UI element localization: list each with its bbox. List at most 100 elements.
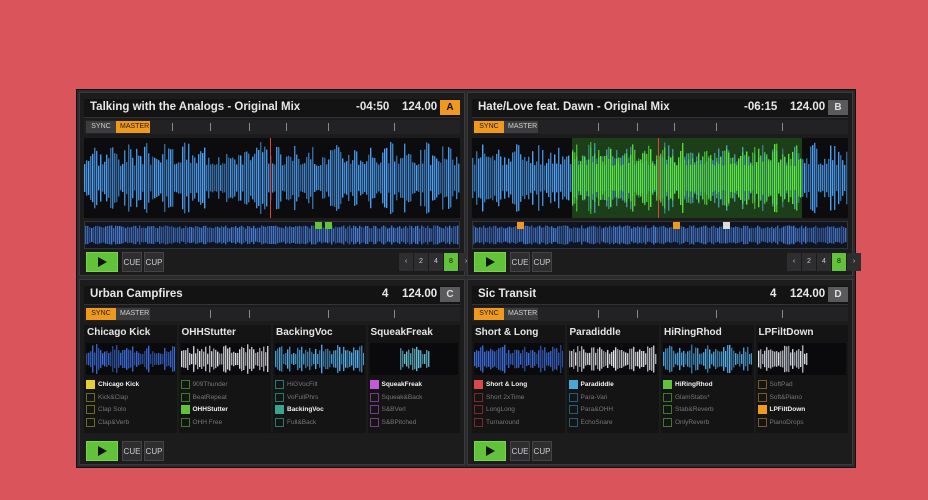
- sample-cell[interactable]: OHHStutter: [180, 404, 270, 416]
- sample-cell[interactable]: Full&Back: [275, 417, 364, 429]
- sample-cell[interactable]: Turnaround: [474, 417, 563, 429]
- sample-cell[interactable]: VoFullPhrs: [275, 392, 364, 404]
- cue-button[interactable]: CUE: [510, 441, 530, 461]
- transport-row: CUE CUP ‹ 2 4 8 ›: [472, 251, 861, 273]
- play-button[interactable]: [86, 441, 118, 461]
- track-overview[interactable]: [472, 221, 848, 249]
- loop-size-2[interactable]: 2: [414, 253, 428, 271]
- sample-cell[interactable]: Paradiddle: [568, 379, 658, 391]
- stripe-waveform[interactable]: [84, 138, 460, 218]
- sample-cell[interactable]: HiRingRhod: [663, 379, 752, 391]
- deck-letter[interactable]: B: [828, 100, 848, 115]
- sample-name: OnlyReverb: [675, 418, 710, 426]
- sample-icon: [757, 405, 767, 414]
- cue-button[interactable]: CUE: [510, 252, 530, 272]
- sample-cell[interactable]: OnlyReverb: [663, 417, 752, 429]
- sample-cell[interactable]: Para&OHH: [568, 404, 658, 416]
- play-button[interactable]: [474, 441, 506, 461]
- beat-marker: [716, 123, 717, 131]
- loop-size-selector: ‹ 2 4 8 ›: [398, 253, 473, 271]
- sample-cell[interactable]: PianoDrops: [757, 417, 847, 429]
- cue-button[interactable]: CUE: [122, 252, 142, 272]
- loop-prev-button[interactable]: ‹: [399, 253, 413, 271]
- remix-slot[interactable]: LPFiltDown SoftPad Soft&Piano LPFiltDown…: [755, 325, 848, 433]
- sync-button[interactable]: SYNC: [86, 308, 116, 320]
- waveform-graphic: [84, 141, 460, 215]
- sample-cell[interactable]: EchoSnare: [568, 417, 658, 429]
- sample-icon: [275, 380, 284, 389]
- remix-slot[interactable]: OHHStutter 909Thunder BeatRepeat OHHStut…: [178, 325, 271, 433]
- cup-button[interactable]: CUP: [532, 252, 552, 272]
- play-icon: [98, 257, 107, 267]
- sample-cell[interactable]: 909Thunder: [180, 379, 270, 391]
- master-button[interactable]: MASTER: [116, 308, 150, 320]
- sample-cell[interactable]: Soft&Piano: [757, 392, 847, 404]
- sync-button[interactable]: SYNC: [86, 121, 116, 133]
- remix-slot[interactable]: SqueakFreak SqueakFreak Squeak&Back S&BV…: [367, 325, 460, 433]
- sample-name: S&BPitched: [381, 418, 417, 426]
- sample-cell[interactable]: SoftPad: [757, 379, 847, 391]
- remix-slot[interactable]: Paradiddle Paradiddle Para-Vari Para&OHH…: [566, 325, 659, 433]
- sample-cell[interactable]: S&BPitched: [369, 417, 459, 429]
- deck-letter[interactable]: C: [440, 287, 460, 302]
- sample-cell[interactable]: BeatRepeat: [180, 392, 270, 404]
- stripe-waveform[interactable]: [472, 138, 848, 218]
- master-button[interactable]: MASTER: [116, 121, 150, 133]
- sample-cell[interactable]: Short & Long: [474, 379, 563, 391]
- sample-cell[interactable]: Squeak&Back: [369, 392, 459, 404]
- sample-cell[interactable]: S&BVerl: [369, 404, 459, 416]
- sample-cell[interactable]: GlamStabs*: [663, 392, 752, 404]
- loop-next-button[interactable]: ›: [847, 253, 861, 271]
- track-overview[interactable]: [84, 221, 460, 249]
- sample-cell[interactable]: SqueakFreak: [369, 379, 459, 391]
- cue-button[interactable]: CUE: [122, 441, 142, 461]
- master-button[interactable]: MASTER: [504, 121, 538, 133]
- sample-cell[interactable]: HiGVocFilt: [275, 379, 364, 391]
- sample-name: SoftPad: [769, 381, 793, 388]
- deck-letter[interactable]: D: [828, 287, 848, 302]
- loop-size-8[interactable]: 8: [832, 253, 846, 271]
- beat-marker: [637, 310, 638, 318]
- sample-cell[interactable]: OHH Free: [180, 417, 270, 429]
- sample-cell[interactable]: Clap Solo: [86, 404, 175, 416]
- sample-cell[interactable]: BackingVoc: [275, 404, 364, 416]
- sample-icon: [180, 417, 190, 427]
- play-button[interactable]: [86, 252, 118, 272]
- remix-slot[interactable]: Short & Long Short & Long Short 2xTime L…: [472, 325, 565, 433]
- sample-name: Soft&Piano: [769, 393, 803, 401]
- sample-icon: [275, 417, 284, 427]
- cup-button[interactable]: CUP: [144, 252, 164, 272]
- beat-marker: [674, 123, 675, 131]
- deck-letter[interactable]: A: [440, 100, 460, 115]
- cup-button[interactable]: CUP: [532, 441, 552, 461]
- sample-cell[interactable]: Stab&Reverb: [663, 404, 752, 416]
- slot-waveform: [474, 344, 563, 374]
- sample-cell[interactable]: Short 2xTime: [474, 392, 563, 404]
- sample-name: 909Thunder: [192, 381, 228, 388]
- cup-button[interactable]: CUP: [144, 441, 164, 461]
- play-icon: [98, 446, 107, 456]
- loop-size-4[interactable]: 4: [429, 253, 443, 271]
- sample-cell[interactable]: Kick&Clap: [86, 392, 175, 404]
- remix-slot[interactable]: HiRingRhod HiRingRhod GlamStabs* Stab&Re…: [661, 325, 754, 433]
- play-button[interactable]: [474, 252, 506, 272]
- sample-cell[interactable]: Clap&Verb: [86, 417, 175, 429]
- sample-cell[interactable]: LongLong: [474, 404, 563, 416]
- sample-name: Para-Vari: [580, 393, 608, 401]
- sample-icon: [474, 417, 483, 427]
- loop-prev-button[interactable]: ‹: [787, 253, 801, 271]
- sync-button[interactable]: SYNC: [474, 308, 504, 320]
- deck-b-header: Hate/Love feat. Dawn - Original Mix -06:…: [472, 99, 848, 118]
- sync-row: SYNC MASTER: [472, 120, 848, 134]
- master-button[interactable]: MASTER: [504, 308, 538, 320]
- sample-cell[interactable]: Chicago Kick: [86, 379, 175, 391]
- loop-size-4[interactable]: 4: [817, 253, 831, 271]
- remix-slot[interactable]: Chicago Kick Chicago Kick Kick&Clap Clap…: [84, 325, 177, 433]
- loop-size-8[interactable]: 8: [444, 253, 458, 271]
- remix-slot[interactable]: BackingVoc HiGVocFilt VoFullPhrs Backing…: [273, 325, 366, 433]
- sample-cell[interactable]: Para-Vari: [568, 392, 658, 404]
- sample-cell[interactable]: LPFiltDown: [757, 404, 847, 416]
- slot-name: LPFiltDown: [758, 327, 814, 338]
- sync-button[interactable]: SYNC: [474, 121, 504, 133]
- loop-size-2[interactable]: 2: [802, 253, 816, 271]
